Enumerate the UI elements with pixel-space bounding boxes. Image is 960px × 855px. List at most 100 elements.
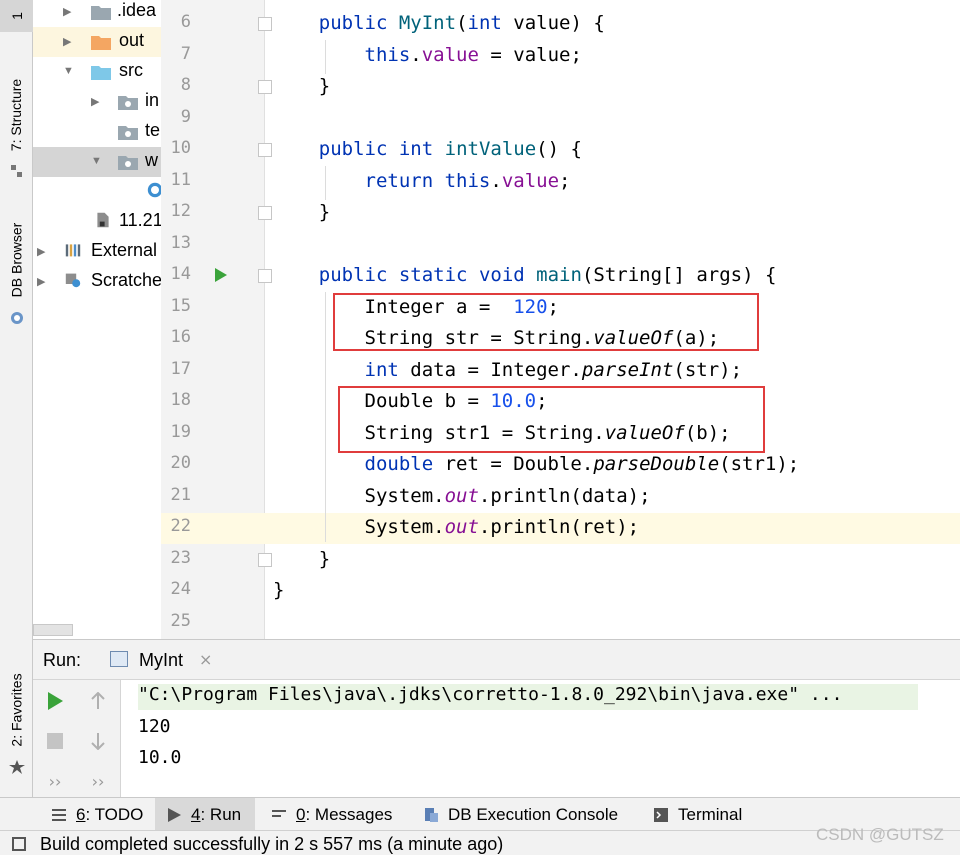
chevron-right-icon[interactable]: ▶ — [37, 275, 45, 288]
status-window-icon[interactable] — [12, 837, 26, 851]
tab-favorites[interactable]: 2: Favorites — [0, 660, 33, 760]
tree-item-src[interactable]: ▼ src — [33, 57, 161, 87]
tree-item-label: Scratche — [91, 270, 161, 290]
tree-item-class[interactable] — [33, 177, 161, 207]
line-number: 9 — [180, 107, 191, 127]
line-number: 25 — [170, 611, 191, 631]
libraries-icon — [65, 244, 81, 257]
tree-item-label: out — [119, 30, 145, 50]
messages-icon — [272, 809, 286, 817]
tab-run-label: : Run — [200, 804, 242, 824]
line-number: 6 — [180, 12, 191, 32]
tab-run[interactable]: 4: Run — [155, 798, 255, 831]
tab-messages[interactable]: 0: Messages — [260, 798, 404, 831]
tab-db-execution-console[interactable]: DB Execution Console — [412, 798, 630, 831]
run-panel-title: Run: — [43, 650, 82, 670]
run-config-icon — [110, 651, 128, 667]
up-arrow-icon[interactable] — [87, 690, 109, 712]
code-line-24: } — [273, 579, 285, 601]
stop-icon — [47, 733, 63, 749]
line-number: 18 — [170, 390, 191, 410]
fold-marker[interactable] — [258, 17, 272, 31]
line-number: 17 — [170, 359, 191, 379]
tab-project-label: 1 — [8, 12, 25, 20]
db-console-icon — [425, 807, 438, 822]
line-number: 23 — [170, 548, 191, 568]
line-number: 14 — [170, 264, 191, 284]
package-icon — [118, 156, 138, 170]
tree-item-label: te — [145, 120, 161, 140]
terminal-icon — [654, 807, 668, 822]
tree-item-label: w — [145, 150, 158, 170]
tree-item-out[interactable]: ▶ out — [33, 27, 161, 57]
tree-item-package-in[interactable]: ▶ in — [33, 87, 161, 117]
code-line-7: this.value = value; — [364, 44, 582, 66]
tree-item-package-w[interactable]: ▼ w — [33, 147, 161, 177]
more-actions-left[interactable]: ›› — [44, 770, 66, 792]
todo-list-icon — [52, 808, 66, 821]
line-number: 10 — [170, 138, 191, 158]
tab-structure[interactable]: 7: Structure — [0, 60, 33, 170]
play-icon — [48, 692, 63, 710]
chevron-down-icon[interactable]: ▼ — [63, 65, 74, 77]
stop-button[interactable] — [44, 730, 66, 752]
close-icon[interactable]: × — [199, 650, 212, 669]
tree-item-scratches[interactable]: ▶ Scratche — [33, 267, 161, 297]
code-line-17: int data = Integer.parseInt(str); — [364, 359, 743, 381]
tree-item-external-libraries[interactable]: ▶ External — [33, 237, 161, 267]
tree-item-file[interactable]: 11.21 — [33, 207, 161, 237]
folder-excluded-icon — [91, 36, 111, 50]
fold-marker[interactable] — [258, 143, 272, 157]
fold-marker[interactable] — [258, 553, 272, 567]
fold-marker[interactable] — [258, 206, 272, 220]
tab-db-browser[interactable]: DB Browser — [0, 210, 33, 310]
tree-item-idea[interactable]: ▶ .idea — [33, 0, 161, 27]
more-actions-right[interactable]: ›› — [87, 770, 109, 792]
tree-item-label: src — [119, 60, 143, 80]
code-line-8: } — [273, 75, 331, 97]
tab-todo-label: : TODO — [85, 804, 144, 824]
line-number: 22 — [170, 516, 191, 536]
tab-todo[interactable]: 6: TODO — [40, 798, 155, 831]
down-arrow-icon[interactable] — [87, 730, 109, 752]
package-icon — [118, 126, 138, 140]
tree-item-package-te[interactable]: te — [33, 117, 161, 147]
ide-window: 1 7: Structure DB Browser 2: Favorites ▶… — [0, 0, 960, 855]
watermark: CSDN @GUTSZ — [816, 825, 944, 844]
chevron-right-icon[interactable]: ▶ — [63, 5, 71, 18]
rerun-button[interactable] — [44, 690, 66, 712]
line-number: 20 — [170, 453, 191, 473]
chevron-right-icon[interactable]: ▶ — [63, 35, 71, 48]
file-icon — [97, 212, 109, 228]
tab-terminal-label: Terminal — [678, 804, 743, 824]
tree-item-label: in — [145, 90, 160, 110]
folder-icon — [91, 6, 111, 20]
tree-item-label: 11.21 — [119, 210, 161, 230]
code-line-11: return this.value; — [364, 170, 571, 192]
tab-project[interactable]: 1 — [0, 0, 33, 32]
tree-horizontal-scrollbar[interactable] — [33, 624, 73, 636]
line-number: 15 — [170, 296, 191, 316]
run-icon — [168, 807, 181, 822]
chevron-right-icon[interactable]: ▶ — [91, 95, 99, 108]
star-icon — [9, 760, 25, 774]
run-gutter-icon[interactable] — [215, 268, 227, 282]
tab-terminal[interactable]: Terminal — [642, 798, 754, 831]
line-number: 24 — [170, 579, 191, 599]
code-line-12: } — [273, 201, 331, 223]
line-number: 16 — [170, 327, 191, 347]
tab-db-execution-console-label: DB Execution Console — [448, 804, 619, 824]
line-number: 13 — [170, 233, 191, 253]
chevron-right-icon[interactable]: ▶ — [37, 245, 45, 258]
code-line-14: public static void main(String[] args) { — [318, 264, 777, 286]
fold-marker[interactable] — [258, 80, 272, 94]
tree-item-label: External — [91, 240, 158, 260]
line-number: 21 — [170, 485, 191, 505]
highlight-box — [333, 293, 759, 351]
tab-favorites-label: 2: Favorites — [8, 673, 25, 747]
line-number: 11 — [170, 170, 191, 190]
tab-todo-mnemonic: 6 — [76, 804, 86, 824]
fold-marker[interactable] — [258, 269, 272, 283]
tab-messages-label: : Messages — [305, 804, 393, 824]
chevron-down-icon[interactable]: ▼ — [91, 155, 102, 167]
